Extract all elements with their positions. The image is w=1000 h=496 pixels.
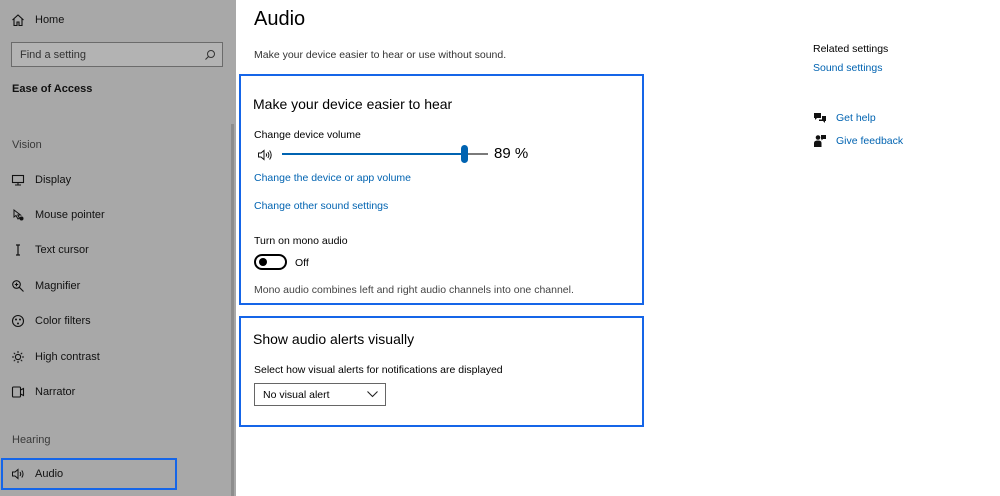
mono-audio-label: Turn on mono audio xyxy=(254,235,348,247)
visual-alert-label: Select how visual alerts for notificatio… xyxy=(254,364,503,376)
group-heading-hearing: Hearing xyxy=(12,434,51,446)
volume-slider-fill xyxy=(282,153,465,155)
volume-slider[interactable] xyxy=(282,153,488,155)
sidebar-item-label: Narrator xyxy=(35,386,76,398)
chevron-down-icon xyxy=(367,391,378,398)
volume-value: 89 % xyxy=(494,145,529,162)
sidebar-item-narrator[interactable]: Narrator xyxy=(0,377,236,407)
give-feedback-icon xyxy=(814,135,826,147)
search-box xyxy=(11,42,223,67)
mouse-pointer-icon xyxy=(11,208,25,222)
related-settings-heading: Related settings xyxy=(813,43,889,55)
page-subtitle: Make your device easier to hear or use w… xyxy=(254,49,507,61)
section-title: Ease of Access xyxy=(12,83,93,95)
text-cursor-icon xyxy=(11,243,25,257)
get-help-link[interactable]: Get help xyxy=(836,112,876,124)
sidebar-item-color-filters[interactable]: Color filters xyxy=(0,306,236,336)
home-icon xyxy=(11,13,25,27)
sidebar-scrollbar[interactable] xyxy=(231,124,234,496)
magnifier-icon xyxy=(11,279,25,293)
sidebar-item-label: Text cursor xyxy=(35,244,89,256)
sidebar-item-label: Color filters xyxy=(35,315,91,327)
dropdown-value: No visual alert xyxy=(263,388,330,401)
mono-audio-description: Mono audio combines left and right audio… xyxy=(254,284,574,296)
color-filters-icon xyxy=(11,314,25,328)
high-contrast-icon xyxy=(11,350,25,364)
search-input[interactable] xyxy=(20,48,200,61)
sidebar-item-label: High contrast xyxy=(35,351,100,363)
page-title: Audio xyxy=(254,8,306,30)
visual-alert-dropdown[interactable]: No visual alert xyxy=(254,383,386,406)
group-heading-vision: Vision xyxy=(12,139,42,151)
sidebar-item-label: Magnifier xyxy=(35,280,81,292)
sidebar: Home Ease of Access Vision Display Mouse… xyxy=(0,0,236,496)
hear-panel-title: Make your device easier to hear xyxy=(253,96,453,112)
change-app-volume-link[interactable]: Change the device or app volume xyxy=(254,172,411,184)
mono-audio-toggle[interactable] xyxy=(254,254,287,270)
volume-label: Change device volume xyxy=(254,129,361,141)
sidebar-item-high-contrast[interactable]: High contrast xyxy=(0,342,236,372)
sidebar-item-home[interactable]: Home xyxy=(0,5,236,35)
search-icon[interactable] xyxy=(204,49,216,61)
sidebar-item-text-cursor[interactable]: Text cursor xyxy=(0,235,236,265)
sidebar-item-display[interactable]: Display xyxy=(0,165,236,195)
narrator-icon xyxy=(11,385,25,399)
sidebar-item-mouse-pointer[interactable]: Mouse pointer xyxy=(0,200,236,230)
speaker-icon xyxy=(258,149,272,161)
mono-audio-state: Off xyxy=(295,257,309,269)
give-feedback-link[interactable]: Give feedback xyxy=(836,135,903,147)
sidebar-item-magnifier[interactable]: Magnifier xyxy=(0,271,236,301)
selected-item-highlight xyxy=(1,458,177,490)
sidebar-item-label: Mouse pointer xyxy=(35,209,105,221)
display-icon xyxy=(11,173,25,187)
sound-settings-link[interactable]: Sound settings xyxy=(813,62,882,74)
sidebar-item-label: Home xyxy=(35,14,65,26)
get-help-icon xyxy=(814,113,826,123)
toggle-knob xyxy=(259,258,267,266)
change-other-sound-link[interactable]: Change other sound settings xyxy=(254,200,388,212)
alerts-panel-title: Show audio alerts visually xyxy=(253,331,415,347)
volume-slider-thumb[interactable] xyxy=(461,145,468,163)
sidebar-item-label: Display xyxy=(35,174,72,186)
